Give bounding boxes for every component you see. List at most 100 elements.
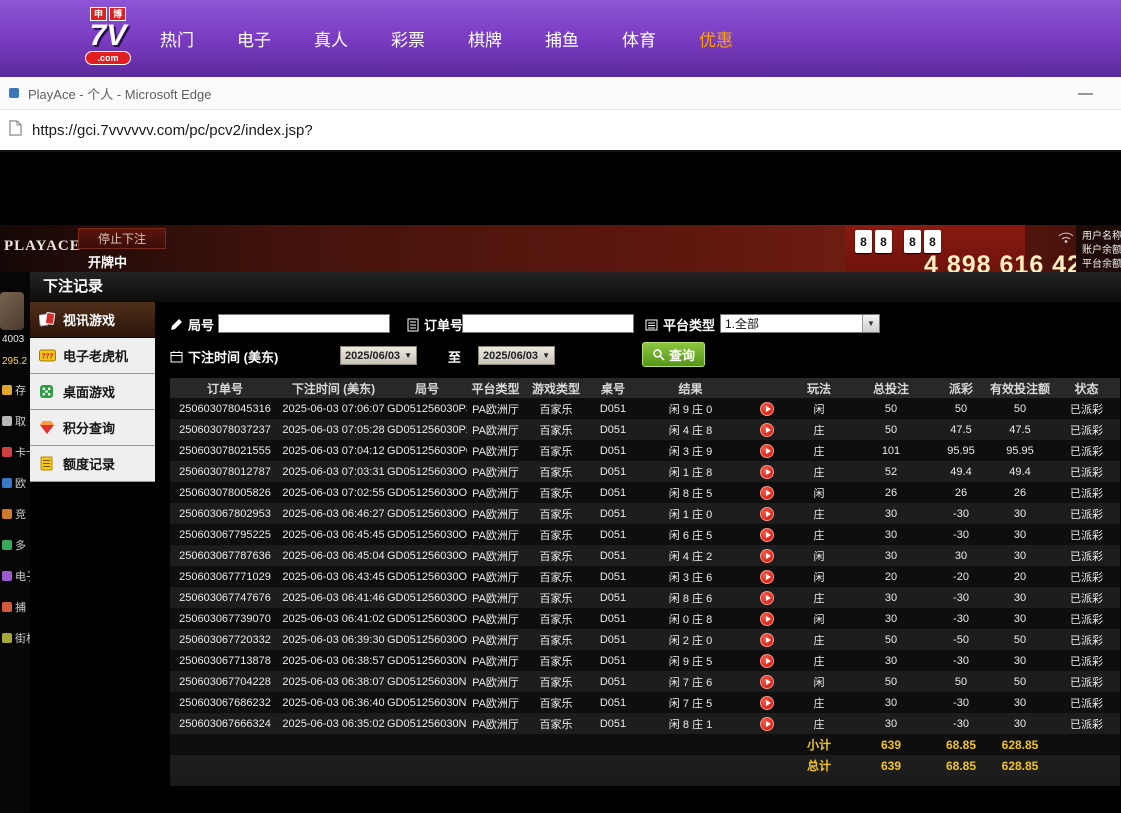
replay-cell: [743, 692, 791, 713]
table-cell: GD051256030O9: [387, 524, 467, 545]
table-cell: 50: [987, 671, 1053, 692]
order-input[interactable]: [462, 314, 634, 333]
nav-item-hot[interactable]: 热门: [160, 26, 194, 51]
nav-item-promo[interactable]: 优惠: [699, 26, 733, 51]
replay-button[interactable]: [760, 612, 774, 626]
round-input[interactable]: [218, 314, 390, 333]
url-text[interactable]: https://gci.7vvvvvv.com/pc/pcv2/index.js…: [32, 122, 313, 139]
payout-cell: -30: [935, 692, 987, 713]
table-cell: PA欧洲厅: [467, 503, 524, 524]
table-cell: 2025-06-03 07:04:12: [280, 440, 387, 461]
table-cell: 250603067666324: [170, 713, 280, 734]
column-header: 桌号: [588, 378, 638, 398]
table-cell: D051: [588, 419, 638, 440]
sidebar-item-4[interactable]: 额度记录: [30, 446, 155, 482]
replay-button[interactable]: [760, 675, 774, 689]
table-cell: D051: [588, 461, 638, 482]
account-label: 账户余额:: [1082, 241, 1121, 256]
table-cell: 庄: [791, 650, 847, 671]
strip-menu-item[interactable]: 取: [2, 413, 26, 429]
status-cell: 已派彩: [1053, 566, 1120, 587]
sidebar-item-3[interactable]: 积分查询: [30, 410, 155, 446]
table-cell: PA欧洲厅: [467, 566, 524, 587]
site-logo[interactable]: 申 博 7V .com: [74, 7, 142, 65]
status-cell: 已派彩: [1053, 545, 1120, 566]
replay-button[interactable]: [760, 465, 774, 479]
strip-menu-item[interactable]: 竞: [2, 506, 26, 522]
payout-cell: 47.5: [935, 419, 987, 440]
replay-button[interactable]: [760, 717, 774, 731]
platform-select-value: 1.全部: [721, 315, 862, 332]
table-cell: GD051256030P3: [387, 398, 467, 419]
date-from-picker[interactable]: 2025/06/03 ▼: [340, 346, 417, 365]
table-cell: 2025-06-03 06:41:46: [280, 587, 387, 608]
sidebar-item-0[interactable]: 视讯游戏: [30, 302, 155, 338]
replay-button[interactable]: [760, 633, 774, 647]
replay-button[interactable]: [760, 570, 774, 584]
minimize-button[interactable]: —: [1078, 85, 1093, 102]
play-icon: [766, 595, 771, 601]
replay-button[interactable]: [760, 444, 774, 458]
nav-item-live[interactable]: 真人: [314, 26, 348, 51]
table-cell: 百家乐: [524, 482, 588, 503]
sidebar-item-1[interactable]: 777电子老虎机: [30, 338, 155, 374]
table-cell: 闲 1 庄 0: [638, 503, 743, 524]
payout-cell: -30: [935, 713, 987, 734]
table-cell: 百家乐: [524, 587, 588, 608]
table-cell: 30: [847, 692, 935, 713]
replay-button[interactable]: [760, 549, 774, 563]
table-cell: GD051256030NY: [387, 671, 467, 692]
replay-button[interactable]: [760, 402, 774, 416]
menu-icon: [2, 633, 12, 643]
table-footer-strip: [170, 776, 1120, 786]
table-cell: 庄: [791, 503, 847, 524]
nav-item-cards[interactable]: 棋牌: [468, 26, 502, 51]
strip-menu-item[interactable]: 存: [2, 382, 26, 398]
account-row: 平台余额:: [1076, 255, 1121, 269]
strip-menu-item[interactable]: 捕: [2, 599, 26, 615]
play-icon: [766, 532, 771, 538]
replay-button[interactable]: [760, 423, 774, 437]
query-button[interactable]: 查询: [642, 342, 705, 367]
replay-button[interactable]: [760, 654, 774, 668]
replay-button[interactable]: [760, 591, 774, 605]
sidebar-item-2[interactable]: 桌面游戏: [30, 374, 155, 410]
sidebar-item-label: 额度记录: [63, 454, 115, 473]
table-cell: 250603067739070: [170, 608, 280, 629]
table-cell: 2025-06-03 06:38:57: [280, 650, 387, 671]
modal-title: 下注记录: [30, 272, 1121, 302]
status-cell: 已派彩: [1053, 440, 1120, 461]
table-cell: D051: [588, 398, 638, 419]
casino-banner: PLAYACE 停止下注 开牌中 8 8 8 8 4 898 616 42 用户…: [0, 225, 1121, 272]
nav-item-sports[interactable]: 体育: [622, 26, 656, 51]
replay-button[interactable]: [760, 696, 774, 710]
table-row: 2506030677042282025-06-03 06:38:07GD0512…: [170, 671, 1120, 692]
nav-item-fishing[interactable]: 捕鱼: [545, 26, 579, 51]
date-to-picker[interactable]: 2025/06/03 ▼: [478, 346, 555, 365]
nav-item-slots[interactable]: 电子: [237, 26, 271, 51]
nav-item-lottery[interactable]: 彩票: [391, 26, 425, 51]
chevron-down-icon[interactable]: ▼: [862, 315, 879, 332]
table-cell: 闲 3 庄 9: [638, 440, 743, 461]
site-header: 申 博 7V .com 热门 电子 真人 彩票 棋牌 捕鱼 体育 优惠: [0, 0, 1121, 77]
status-cell: 已派彩: [1053, 482, 1120, 503]
table-cell: 闲 7 庄 6: [638, 671, 743, 692]
strip-menu-item[interactable]: 卡卡: [2, 444, 30, 460]
replay-button[interactable]: [760, 528, 774, 542]
status-cell: 已派彩: [1053, 524, 1120, 545]
status-cell: 已派彩: [1053, 671, 1120, 692]
replay-button[interactable]: [760, 486, 774, 500]
strip-menu-item[interactable]: 街机: [2, 630, 30, 646]
strip-menu-item[interactable]: 欧: [2, 475, 26, 491]
table-row: 2506030677710292025-06-03 06:43:45GD0512…: [170, 566, 1120, 587]
replay-button[interactable]: [760, 507, 774, 521]
payout-cell: -30: [935, 650, 987, 671]
table-row: 2506030677476762025-06-03 06:41:46GD0512…: [170, 587, 1120, 608]
strip-menu-item[interactable]: 多: [2, 537, 26, 553]
strip-menu-item[interactable]: 电子: [2, 568, 30, 584]
table-cell: 47.5: [987, 419, 1053, 440]
platform-select[interactable]: 1.全部 ▼: [720, 314, 880, 333]
table-cell: 2025-06-03 07:06:07: [280, 398, 387, 419]
table-cell: 2025-06-03 06:36:40: [280, 692, 387, 713]
column-header: 游戏类型: [524, 378, 588, 398]
